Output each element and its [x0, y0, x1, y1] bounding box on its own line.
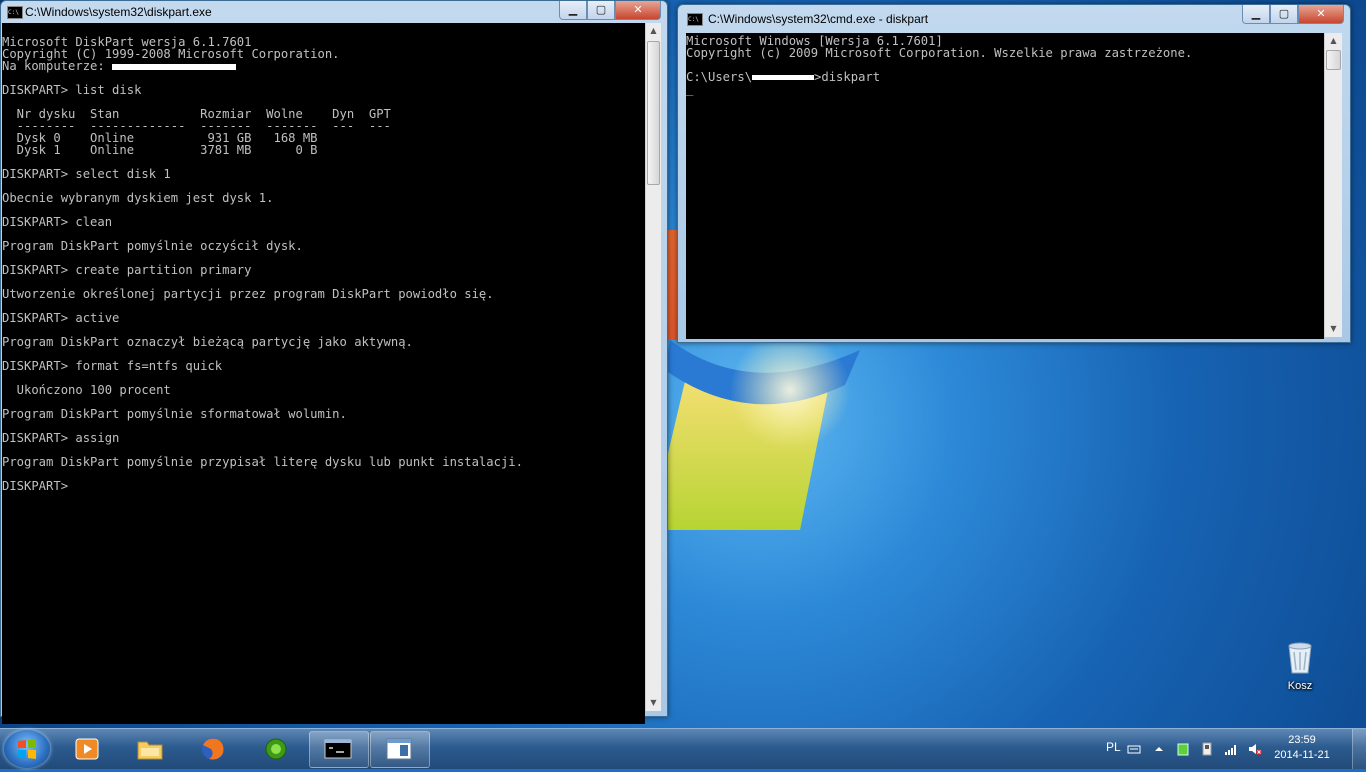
media-player-icon	[75, 738, 99, 760]
usb-device-icon[interactable]	[1200, 742, 1214, 756]
prompt-suffix: >diskpart	[814, 70, 881, 84]
windows-flag-icon	[18, 739, 36, 759]
scroll-down-arrow[interactable]: ▼	[646, 695, 661, 711]
language-indicator[interactable]: PL	[1106, 740, 1121, 754]
show-desktop-button[interactable]	[1352, 729, 1366, 769]
console-prompt: DISKPART>	[2, 479, 76, 493]
maximize-button[interactable]: ▢	[587, 1, 615, 20]
vertical-scrollbar[interactable]: ▲ ▼	[645, 23, 661, 711]
firefox-icon	[202, 738, 224, 760]
redacted-text	[112, 63, 237, 70]
keyboard-icon[interactable]	[1127, 742, 1141, 756]
console-line: Na komputerze:	[2, 60, 645, 72]
clock-date: 2014-11-21	[1274, 749, 1330, 761]
console-line: Program DiskPart pomyślnie przypisał lit…	[2, 455, 523, 469]
console-line: Copyright (c) 2009 Microsoft Corporation…	[686, 46, 1193, 60]
console-line: DISKPART> active	[2, 311, 120, 325]
title-bar[interactable]: C:\ C:\Windows\system32\cmd.exe - diskpa…	[678, 5, 1350, 27]
taskbar-app-window[interactable]	[370, 731, 430, 768]
window-icon	[386, 738, 412, 760]
console-line: Program DiskPart pomyślnie sformatował w…	[2, 407, 347, 421]
console-line: DISKPART> select disk 1	[2, 167, 171, 181]
console-line: DISKPART> list disk	[2, 83, 142, 97]
taskbar-cmd[interactable]	[309, 731, 369, 768]
recycle-bin-icon	[1288, 642, 1312, 674]
start-button[interactable]	[4, 730, 50, 768]
scroll-up-arrow[interactable]: ▲	[646, 23, 661, 39]
text-cursor: _	[686, 82, 694, 96]
table-row: Dysk 1 Online 3781 MB 0 B	[2, 143, 318, 157]
console-line: Program DiskPart oznaczył bieżącą partyc…	[2, 335, 413, 349]
battery-icon[interactable]	[1176, 742, 1190, 756]
cmd-icon: C:\	[687, 13, 703, 26]
clock-time: 23:59	[1288, 734, 1316, 746]
console-line: C:\Users\ >diskpart	[686, 71, 1324, 83]
console-line: Utworzenie określonej partycji przez pro…	[2, 287, 494, 301]
maximize-button[interactable]: ▢	[1270, 5, 1298, 24]
computer-label: Na komputerze:	[2, 59, 113, 73]
console-output[interactable]: Microsoft Windows [Wersja 6.1.7601] Copyr…	[686, 33, 1324, 339]
redacted-text	[752, 75, 815, 80]
scroll-down-arrow[interactable]: ▼	[1325, 321, 1342, 337]
title-bar[interactable]: C:\ C:\Windows\system32\diskpart.exe ▁ ▢…	[1, 1, 667, 23]
taskbar: PL 23:59 2014-11-21	[0, 728, 1366, 769]
console-line: Obecnie wybranym dyskiem jest dysk 1.	[2, 191, 274, 205]
network-signal-icon[interactable]	[1224, 742, 1238, 756]
close-button[interactable]: ✕	[615, 1, 661, 20]
console-line: DISKPART> clean	[2, 215, 113, 229]
cmd-icon	[324, 739, 352, 759]
scroll-thumb[interactable]	[1326, 50, 1341, 70]
diskpart-window[interactable]: C:\ C:\Windows\system32\diskpart.exe ▁ ▢…	[0, 0, 668, 724]
console-line: DISKPART> format fs=ntfs quick	[2, 359, 223, 373]
taskbar-app-green[interactable]	[247, 731, 307, 768]
taskbar-explorer[interactable]	[121, 731, 181, 768]
console-line: Ukończono 100 procent	[2, 383, 171, 397]
scroll-thumb[interactable]	[647, 41, 660, 185]
folder-icon	[137, 741, 163, 760]
window-title: C:\Windows\system32\cmd.exe - diskpart	[708, 12, 929, 26]
window-title: C:\Windows\system32\diskpart.exe	[25, 5, 212, 19]
console-output[interactable]: Microsoft DiskPart wersja 6.1.7601 Copyri…	[2, 23, 645, 724]
green-gear-icon	[265, 738, 287, 760]
scroll-up-arrow[interactable]: ▲	[1325, 33, 1342, 49]
cmd-window[interactable]: C:\ C:\Windows\system32\cmd.exe - diskpa…	[677, 4, 1351, 343]
console-line: DISKPART> assign	[2, 431, 120, 445]
recycle-bin[interactable]: Kosz	[1280, 642, 1320, 692]
taskbar-firefox[interactable]	[184, 731, 244, 768]
cmd-icon: C:\	[7, 6, 23, 19]
recycle-bin-label: Kosz	[1287, 680, 1313, 692]
taskbar-media-player[interactable]	[58, 731, 118, 768]
clock[interactable]: 23:59 2014-11-21	[1272, 733, 1332, 763]
vertical-scrollbar[interactable]: ▲ ▼	[1324, 33, 1342, 337]
minimize-button[interactable]: ▁	[1242, 5, 1270, 24]
show-hidden-icons-arrow[interactable]	[1152, 742, 1166, 756]
console-line: Program DiskPart pomyślnie oczyścił dysk…	[2, 239, 303, 253]
close-button[interactable]: ✕	[1298, 5, 1344, 24]
console-line: DISKPART> create partition primary	[2, 263, 252, 277]
prompt-prefix: C:\Users\	[686, 70, 753, 84]
volume-muted-icon[interactable]	[1248, 742, 1262, 756]
minimize-button[interactable]: ▁	[559, 1, 587, 20]
